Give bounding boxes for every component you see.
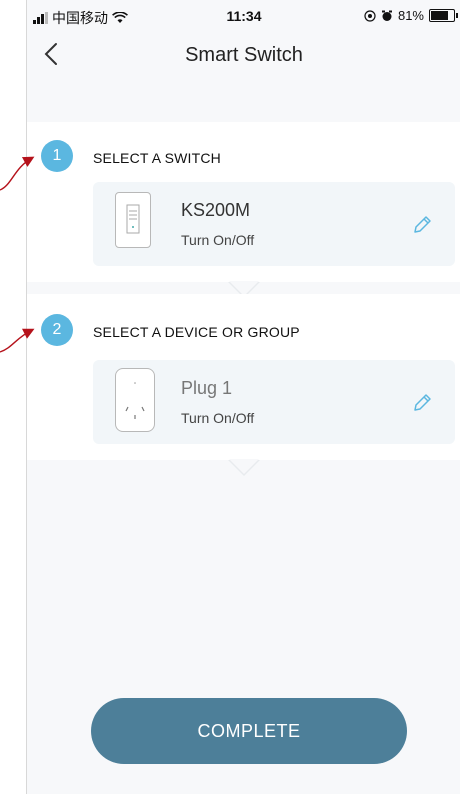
battery-icon — [429, 9, 458, 22]
edit-switch-button[interactable] — [411, 214, 433, 236]
alarm-icon — [381, 10, 392, 21]
device-card[interactable]: Plug 1 Turn On/Off — [93, 360, 455, 444]
step-title-2: SELECT A DEVICE OR GROUP — [93, 324, 300, 340]
switch-action: Turn On/Off — [181, 232, 255, 248]
complete-button[interactable]: COMPLETE — [91, 698, 407, 764]
step-number-2: 2 — [41, 314, 73, 346]
step-section-2: 2 SELECT A DEVICE OR GROUP Plug 1 Turn O… — [27, 294, 460, 460]
edit-device-button[interactable] — [411, 392, 433, 414]
step-section-1: 1 SELECT A SWITCH KS200M Turn On/Off — [27, 122, 460, 282]
status-bar: 中国移动 11:34 81% — [27, 0, 460, 30]
pencil-icon — [414, 216, 431, 233]
location-icon — [364, 9, 376, 22]
battery-percent: 81% — [397, 8, 424, 23]
status-right: 81% — [364, 8, 458, 23]
switch-thumbnail-icon — [115, 192, 151, 248]
switch-name: KS200M — [181, 200, 251, 220]
nav-bar: Smart Switch — [27, 30, 460, 78]
switch-card[interactable]: KS200M Turn On/Off — [93, 182, 455, 266]
step-title-1: SELECT A SWITCH — [93, 150, 221, 166]
device-name: Plug 1 — [181, 378, 233, 398]
phone-screen: 中国移动 11:34 81% Smart Switch 1 SELECT A S… — [26, 0, 460, 794]
device-action: Turn On/Off — [181, 410, 255, 426]
pencil-icon — [414, 394, 431, 411]
plug-thumbnail-icon — [115, 368, 155, 432]
step-divider-notch — [228, 459, 260, 476]
step-number-1: 1 — [41, 140, 73, 172]
page-title: Smart Switch — [185, 44, 303, 66]
